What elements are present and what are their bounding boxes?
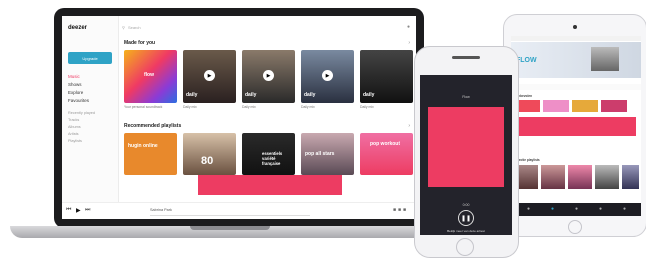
play-icon[interactable]: ▶ (263, 70, 274, 81)
tablet-camera (573, 25, 577, 29)
progress-track[interactable] (150, 215, 310, 216)
card-caption: Daily mix (301, 105, 315, 109)
pause-icon[interactable]: ❚❚ (458, 210, 474, 226)
daily-card-title: daily (363, 92, 375, 98)
daily-card-title: daily (245, 92, 257, 98)
phone-screen: Flow 0:00 ❚❚ Bekijk meer van deze arties… (420, 75, 512, 235)
carousel-next-icon[interactable]: › (408, 123, 410, 129)
daily-card-3[interactable]: daily ▶ (301, 50, 354, 103)
playlist-card-1[interactable]: hugin online (124, 133, 177, 175)
next-icon[interactable]: ⏭ (85, 207, 90, 214)
sidebar-sub-tracks[interactable]: Tracks (68, 118, 79, 122)
daily-card-2[interactable]: daily ▶ (242, 50, 295, 103)
phone-artwork-placeholder (428, 107, 504, 187)
sidebar: deezer Upgrade Music Shows Explore Favou… (62, 16, 119, 202)
playlist-card-2[interactable]: 80 (183, 133, 236, 175)
card-caption: Your personal soundtrack (124, 105, 163, 109)
daily-card-title: daily (304, 92, 316, 98)
card-caption: Daily mix (242, 105, 256, 109)
playlist-card-4[interactable]: pop all stars (301, 133, 354, 175)
phone-top-label: Flow (462, 95, 470, 99)
explore-icon[interactable]: ● (551, 206, 554, 212)
upgrade-button[interactable]: Upgrade (68, 52, 112, 64)
notification-icon[interactable]: ● (407, 24, 410, 30)
playlist-title: hugin online (128, 143, 158, 149)
tablet-placeholder-banner (514, 117, 636, 136)
placeholder-banner (198, 175, 342, 195)
daily-card-title: daily (186, 92, 198, 98)
recommended-playlists-title: Recommended playlists (124, 123, 182, 129)
flow-label: FLOW (516, 57, 537, 64)
playlist-title: essentiels variété française (262, 151, 283, 166)
flow-card-title: flow (144, 72, 154, 78)
player-bar: ⏮ ▶ ⏭ Sabrina Park ■■■ (62, 202, 416, 219)
tablet-playlist-2[interactable] (541, 165, 565, 189)
now-playing-title: Sabrina Park (150, 208, 172, 212)
play-icon[interactable]: ▶ (322, 70, 333, 81)
laptop-notch (190, 226, 270, 230)
tablet-status-bar (511, 36, 641, 41)
playlist-title: pop workout (370, 141, 400, 147)
card-caption: Daily mix (360, 105, 374, 109)
tablet-screen: FLOW Aanbevolen Selectie playlists ● ● ●… (511, 36, 641, 216)
tablet-tabs[interactable] (511, 84, 641, 90)
home-icon[interactable]: ● (527, 206, 530, 212)
sidebar-sub-artists[interactable]: Artists (68, 132, 79, 136)
tablet-tab-bar: ● ● ● ● ● (511, 203, 641, 216)
phone-time: 0:00 (462, 203, 470, 207)
sidebar-item-favourites[interactable]: Favourites (68, 98, 89, 103)
play-icon[interactable]: ▶ (204, 70, 215, 81)
search-placeholder: Search (127, 25, 141, 30)
playlist-title: 80 (201, 155, 214, 167)
card-caption: Daily mix (183, 105, 197, 109)
hero-artwork (591, 47, 619, 71)
sidebar-sub-albums[interactable]: Albums (68, 125, 81, 129)
sidebar-item-music[interactable]: Music (68, 74, 80, 79)
laptop-screen: deezer Upgrade Music Shows Explore Favou… (62, 16, 416, 219)
carousel-next-icon[interactable]: › (408, 40, 410, 46)
tablet-playlist-4[interactable] (595, 165, 619, 189)
phone-more-button[interactable]: Bekijk meer van deze artiest (420, 229, 512, 233)
tablet-home-button[interactable] (568, 220, 582, 234)
playlist-card-5[interactable]: pop workout (360, 133, 413, 175)
playlist-card-3[interactable]: essentiels variété française (242, 133, 295, 175)
sidebar-item-shows[interactable]: Shows (68, 82, 82, 87)
search-icon[interactable]: ● (575, 206, 578, 212)
tablet-tile-4[interactable] (601, 100, 627, 112)
favourites-icon[interactable]: ● (599, 206, 602, 212)
search-input[interactable]: ⚲ Search (122, 23, 262, 32)
deezer-logo[interactable]: deezer (68, 25, 87, 31)
sidebar-item-explore[interactable]: Explore (68, 90, 83, 95)
profile-icon[interactable]: ● (623, 206, 626, 212)
tablet-playlist-5[interactable] (622, 165, 639, 189)
daily-card-4[interactable]: daily (360, 50, 413, 103)
playlist-title: pop all stars (305, 151, 335, 157)
tablet-playlist-3[interactable] (568, 165, 592, 189)
daily-card-1[interactable]: daily ▶ (183, 50, 236, 103)
volume-icon[interactable]: ■■■ (393, 207, 408, 213)
phone-home-button[interactable] (456, 238, 474, 256)
play-icon[interactable]: ▶ (76, 207, 81, 214)
phone-speaker (452, 56, 480, 59)
flow-card[interactable]: flow (124, 50, 177, 103)
made-for-you-title: Made for you (124, 40, 156, 46)
tablet-tile-3[interactable] (572, 100, 598, 112)
sidebar-sub-recent[interactable]: Recently played (68, 111, 95, 115)
previous-icon[interactable]: ⏮ (66, 207, 71, 214)
tablet-hero[interactable]: FLOW (511, 42, 641, 78)
sidebar-sub-playlists[interactable]: Playlists (68, 139, 82, 143)
tablet-tile-2[interactable] (543, 100, 569, 112)
search-icon: ⚲ (122, 25, 125, 30)
